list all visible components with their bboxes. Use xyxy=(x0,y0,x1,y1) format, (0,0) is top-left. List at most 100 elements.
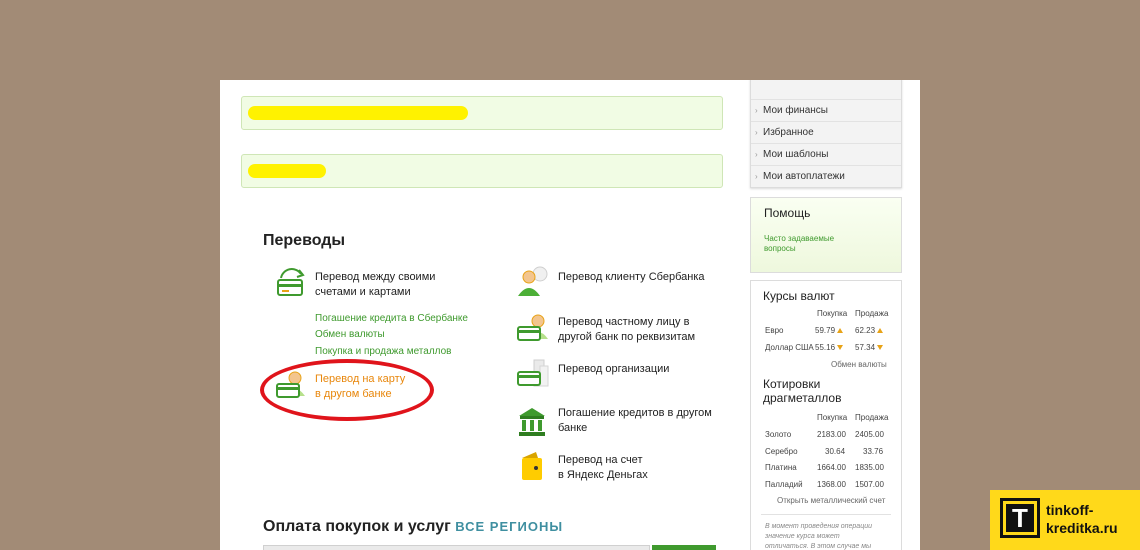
rate-usd-name: Доллар США xyxy=(765,343,814,352)
rates-note-line1: В момент проведения операции xyxy=(765,523,872,530)
redaction-mark xyxy=(248,106,468,120)
metal-silver-name: Серебро xyxy=(765,447,798,456)
search-bar[interactable] xyxy=(263,545,650,550)
trend-up-icon xyxy=(877,328,884,334)
trend-up-icon xyxy=(837,328,844,334)
op-sber-client[interactable]: Перевод клиенту Сбербанка xyxy=(558,270,705,285)
metals-header-buy: Покупка xyxy=(817,413,848,422)
op-own-accounts[interactable]: Перевод между своими счетами и картами xyxy=(315,270,435,300)
card-person-icon xyxy=(276,371,305,398)
link-currency-exchange[interactable]: Обмен валюты xyxy=(315,328,385,341)
person-sber-icon xyxy=(518,266,548,296)
op-card-other-bank[interactable]: Перевод на карту в другом банке xyxy=(315,372,405,402)
card-person-icon xyxy=(517,314,548,341)
menu-item-finances[interactable]: › Мои финансы xyxy=(751,100,901,122)
op-own-accounts-line1: Перевод между своими xyxy=(315,271,436,283)
link-metals[interactable]: Покупка и продажа металлов xyxy=(315,345,451,358)
menu-item-label: Мои финансы xyxy=(763,105,828,116)
menu-item-favorites[interactable]: › Избранное xyxy=(751,122,901,144)
yandex-wallet-icon xyxy=(522,452,542,480)
faq-link-line1: Часто задаваемые xyxy=(764,234,835,243)
transfers-title: Переводы xyxy=(263,232,346,249)
op-private-person-line2: другой банк по реквизитам xyxy=(558,331,696,343)
op-private-person-line1: Перевод частному лицу в xyxy=(558,316,690,328)
help-title: Помощь xyxy=(764,206,811,220)
sidebar-menu: › Мои финансы › Избранное › Мои шаблоны › Мо… xyxy=(750,80,902,188)
op-sber-client-line1: Перевод клиенту Сбербанка xyxy=(558,271,705,283)
faq-link-line2: вопросы xyxy=(764,244,796,253)
chevron-right-icon: › xyxy=(755,172,758,181)
menu-item-templates[interactable]: › Мои шаблоны xyxy=(751,144,901,166)
metal-account-link[interactable]: Открыть металлический счет xyxy=(777,496,885,505)
op-yandex-money-line1: Перевод на счет xyxy=(558,454,643,466)
metal-platinum-buy: 1664.00 xyxy=(817,463,846,472)
rate-euro-sell: 62.23 xyxy=(855,326,884,335)
metal-gold-sell: 2405.00 xyxy=(855,430,884,439)
rates-note-line3: отличаться. В этом случае мы xyxy=(765,543,872,550)
chevron-right-icon: › xyxy=(755,128,758,137)
rates-header-buy: Покупка xyxy=(817,309,848,318)
op-organization-line1: Перевод организации xyxy=(558,363,670,375)
chevron-right-icon: › xyxy=(755,106,758,115)
metal-platinum-sell: 1835.00 xyxy=(855,463,884,472)
rate-euro-sell-value: 62.23 xyxy=(855,326,876,335)
op-yandex-money-line2: в Яндекс Деньгах xyxy=(558,469,648,481)
metal-silver-sell: 33.76 xyxy=(863,447,884,456)
logo-text: tinkoff- kreditka.ru xyxy=(1046,501,1118,537)
op-other-bank-credit-line1: Погашение кредитов в другом xyxy=(558,407,712,419)
menu-item-label: Мои шаблоны xyxy=(763,149,829,160)
rate-usd-buy-value: 55.16 xyxy=(815,343,836,352)
metal-silver-buy: 30.64 xyxy=(825,447,846,456)
search-button[interactable] xyxy=(652,545,716,550)
link-credit-repayment[interactable]: Погашение кредита в Сбербанке xyxy=(315,312,468,325)
menu-item-autopayments[interactable]: › Мои автоплатежи xyxy=(751,166,901,187)
redacted-block-2 xyxy=(241,154,723,188)
rate-euro-buy: 59.79 xyxy=(815,326,844,335)
rates-header-sell: Продажа xyxy=(855,309,889,318)
help-box: Помощь Часто задаваемые вопросы xyxy=(750,197,902,273)
logo-text-line2: kreditka.ru xyxy=(1046,520,1118,536)
op-other-bank-credit[interactable]: Погашение кредитов в другом банке xyxy=(558,406,712,436)
op-organization[interactable]: Перевод организации xyxy=(558,362,669,377)
menu-item-label: Избранное xyxy=(763,127,814,138)
organization-icon xyxy=(517,359,549,387)
rate-usd-sell: 57.34 xyxy=(855,343,884,352)
logo-mark: T xyxy=(1000,498,1040,538)
trend-down-icon xyxy=(837,345,844,351)
metals-header-sell: Продажа xyxy=(855,413,889,422)
cards-transfer-icon xyxy=(277,268,305,296)
op-private-person[interactable]: Перевод частному лицу в другой банк по р… xyxy=(558,315,695,345)
metal-palladium-sell: 1507.00 xyxy=(855,480,884,489)
bank-building-icon xyxy=(519,408,545,436)
metal-gold-buy: 2183.00 xyxy=(817,430,846,439)
chevron-right-icon: › xyxy=(755,150,758,159)
rates-note-line2: значение курса может xyxy=(765,533,840,540)
all-regions-link[interactable]: ВСЕ РЕГИОНЫ xyxy=(455,519,563,534)
rate-euro-buy-value: 59.79 xyxy=(815,326,836,335)
redacted-block-1 xyxy=(241,96,723,130)
currency-exchange-link[interactable]: Обмен валюты xyxy=(831,360,887,369)
logo-text-line1: tinkoff- xyxy=(1046,502,1094,518)
op-yandex-money[interactable]: Перевод на счет в Яндекс Деньгах xyxy=(558,453,648,483)
metal-platinum-name: Платина xyxy=(765,463,797,472)
metals-title: Котировки драгметаллов xyxy=(763,377,841,405)
faq-link[interactable]: Часто задаваемые вопросы xyxy=(764,234,834,254)
main-page: Переводы Перевод между своими счетами и … xyxy=(220,80,920,550)
op-card-other-bank-line2: в другом банке xyxy=(315,388,392,400)
rates-title: Курсы валют xyxy=(763,289,835,303)
metals-title-line2: драгметаллов xyxy=(763,391,842,405)
metal-palladium-buy: 1368.00 xyxy=(817,480,846,489)
rate-usd-buy: 55.16 xyxy=(815,343,844,352)
rates-note: В момент проведения операции значение ку… xyxy=(765,522,872,550)
watermark-logo: T tinkoff- kreditka.ru xyxy=(990,490,1140,550)
op-card-other-bank-line1: Перевод на карту xyxy=(315,373,406,385)
op-own-accounts-line2: счетами и картами xyxy=(315,286,411,298)
metal-palladium-name: Палладий xyxy=(765,480,803,489)
trend-down-icon xyxy=(877,345,884,351)
rates-box: Курсы валют Покупка Продажа Евро 59.79 6… xyxy=(750,280,902,550)
metals-title-line1: Котировки xyxy=(763,377,821,391)
menu-item-label: Мои автоплатежи xyxy=(763,171,845,182)
menu-item-partial xyxy=(751,80,901,100)
rate-usd-sell-value: 57.34 xyxy=(855,343,876,352)
payments-title: Оплата покупок и услуг ВСЕ РЕГИОНЫ xyxy=(263,518,563,536)
